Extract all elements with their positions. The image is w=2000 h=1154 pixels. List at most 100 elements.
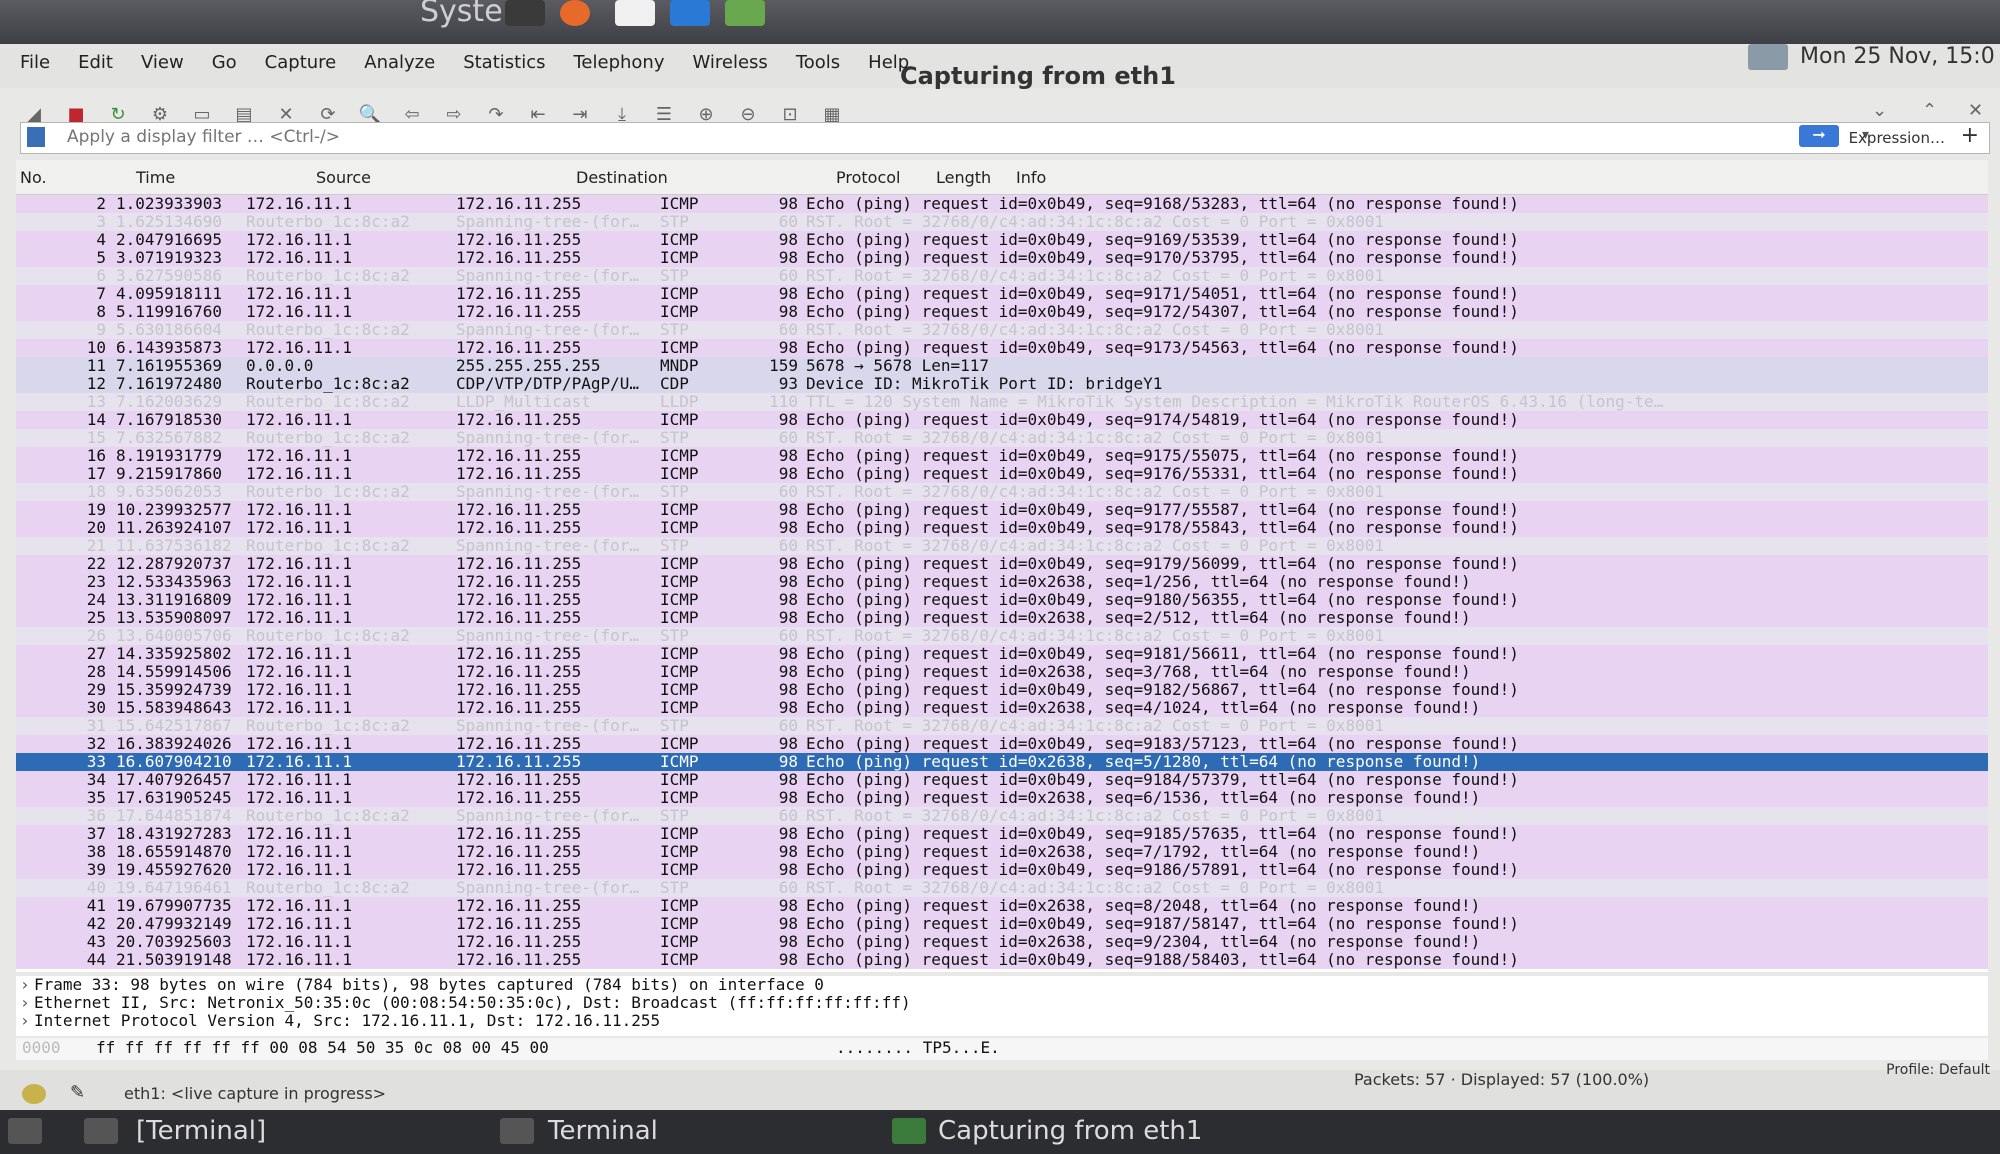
packet-row[interactable]: 32 16.383924026 172.16.11.1 172.16.11.255 IC… [16,735,1988,753]
packet-row[interactable]: 40 19.647196461 Routerbo_1c:8c:a2 Spanning-… [16,879,1988,897]
menu-analyze[interactable]: Analyze [364,52,435,73]
packet-row[interactable]: 12 7.161972480 Routerbo_1c:8c:a2 CDP/VTP/DT… [16,375,1988,393]
packet-row[interactable]: 9 5.630186604 Routerbo_1c:8c:a2 Spanning-tr… [16,321,1988,339]
col-protocol[interactable]: Protocol [836,168,900,187]
packet-row[interactable]: 16 8.191931779 172.16.11.1 172.16.11.255 ICM… [16,447,1988,465]
menu-edit[interactable]: Edit [78,52,113,73]
packet-row[interactable]: 21 11.637536182 Routerbo_1c:8c:a2 Spanning-… [16,537,1988,555]
packet-row[interactable]: 29 15.359924739 172.16.11.1 172.16.11.255 IC… [16,681,1988,699]
packet-list[interactable]: No. Time Source Destination Protocol Len… [16,160,1988,972]
packet-protocol: ICMP [660,572,699,591]
packet-row[interactable]: 36 17.644851874 Routerbo_1c:8c:a2 Spanning-… [16,807,1988,825]
packet-row[interactable]: 5 3.071919323 172.16.11.1 172.16.11.255 ICMP… [16,249,1988,267]
packet-row[interactable]: 18 9.635062053 Routerbo_1c:8c:a2 Spanning-t… [16,483,1988,501]
apply-filter-icon[interactable]: ➞ [1799,125,1839,147]
packet-no: 5 [96,248,106,267]
taskbar-item-wireshark[interactable]: Capturing from eth1 [938,1116,1202,1146]
packet-details-pane[interactable]: Frame 33: 98 bytes on wire (784 bits), 9… [16,976,1988,1036]
menu-telephony[interactable]: Telephony [573,52,664,73]
window-minimize-icon[interactable]: ⌄ [1872,100,1887,121]
packet-row[interactable]: 38 18.655914870 172.16.11.1 172.16.11.255 IC… [16,843,1988,861]
menu-view[interactable]: View [141,52,184,73]
packet-row[interactable]: 24 13.311916809 172.16.11.1 172.16.11.255 IC… [16,591,1988,609]
packet-row[interactable]: 11 7.161955369 0.0.0.0 255.255.255.255 MNDP 1… [16,357,1988,375]
menu-tools[interactable]: Tools [796,52,840,73]
packet-row[interactable]: 2 1.023933903 172.16.11.1 172.16.11.255 ICMP… [16,195,1988,213]
packet-row[interactable]: 27 14.335925802 172.16.11.1 172.16.11.255 IC… [16,645,1988,663]
packet-row[interactable]: 30 15.583948643 172.16.11.1 172.16.11.255 IC… [16,699,1988,717]
taskbar-item-terminal1[interactable]: [Terminal] [136,1116,266,1146]
col-info[interactable]: Info [1016,168,1046,187]
detail-frame[interactable]: Frame 33: 98 bytes on wire (784 bits), 9… [16,976,1988,995]
packet-row[interactable]: 13 7.162003629 Routerbo_1c:8c:a2 LLDP_Multi… [16,393,1988,411]
bytes-hex[interactable]: ff ff ff ff ff ff 00 08 54 50 35 0c 08 0… [96,1038,549,1057]
packet-destination: 172.16.11.255 [456,410,582,429]
detail-ethernet[interactable]: Ethernet II, Src: Netronix_50:35:0c (00:… [16,994,1988,1013]
packet-row[interactable]: 28 14.559914506 172.16.11.1 172.16.11.255 IC… [16,663,1988,681]
edit-comment-icon[interactable]: ✎ [70,1082,85,1103]
packet-row[interactable]: 15 7.632567882 Routerbo_1c:8c:a2 Spanning-t… [16,429,1988,447]
packet-row[interactable]: 20 11.263924107 172.16.11.1 172.16.11.255 IC… [16,519,1988,537]
menu-go[interactable]: Go [212,52,237,73]
packet-row[interactable]: 14 7.167918530 172.16.11.1 172.16.11.255 ICM… [16,411,1988,429]
network-status-icon[interactable] [1748,44,1788,70]
packet-row[interactable]: 25 13.535908097 172.16.11.1 172.16.11.255 IC… [16,609,1988,627]
taskbar-terminal2-icon[interactable] [500,1118,534,1144]
packet-time: 3.071919323 [116,248,222,267]
menu-file[interactable]: File [20,52,50,73]
firefox-launcher-icon[interactable] [560,0,590,26]
packet-destination: Spanning-tree-(for… [456,320,640,339]
wireshark-launcher-icon[interactable] [670,0,710,26]
packet-row[interactable]: 22 12.287920737 172.16.11.1 172.16.11.255 IC… [16,555,1988,573]
editor-launcher-icon[interactable] [615,0,655,26]
menu-statistics[interactable]: Statistics [463,52,545,73]
packet-row[interactable]: 34 17.407926457 172.16.11.1 172.16.11.255 IC… [16,771,1988,789]
packet-row[interactable]: 44 21.503919148 172.16.11.1 172.16.11.255 IC… [16,951,1988,969]
menu-capture[interactable]: Capture [265,52,337,73]
menu-wireless[interactable]: Wireless [692,52,767,73]
terminal-launcher-icon[interactable] [505,0,545,26]
packet-row[interactable]: 3 1.625134690 Routerbo_1c:8c:a2 Spanning-tr… [16,213,1988,231]
taskbar-terminal1-icon[interactable] [84,1118,118,1144]
packet-row[interactable]: 23 12.533435963 172.16.11.1 172.16.11.255 IC… [16,573,1988,591]
packet-row[interactable]: 4 2.047916695 172.16.11.1 172.16.11.255 ICMP… [16,231,1988,249]
packet-source: 172.16.11.1 [246,338,352,357]
bytes-ascii[interactable]: ........ TP5...E. [836,1038,1000,1057]
col-time[interactable]: Time [136,168,175,187]
filter-bookmark-icon[interactable] [27,127,45,147]
packet-no: 8 [96,302,106,321]
packet-row[interactable]: 10 6.143935873 172.16.11.1 172.16.11.255 ICM… [16,339,1988,357]
packet-row[interactable]: 31 15.642517867 Routerbo_1c:8c:a2 Spanning-… [16,717,1988,735]
packet-row[interactable]: 41 19.679907735 172.16.11.1 172.16.11.255 IC… [16,897,1988,915]
packet-row[interactable]: 17 9.215917860 172.16.11.1 172.16.11.255 ICM… [16,465,1988,483]
packet-row[interactable]: 35 17.631905245 172.16.11.1 172.16.11.255 IC… [16,789,1988,807]
add-filter-button[interactable]: + [1961,123,1979,148]
packet-row[interactable]: 8 5.119916760 172.16.11.1 172.16.11.255 ICMP… [16,303,1988,321]
col-destination[interactable]: Destination [576,168,668,187]
packet-row[interactable]: 39 19.455927620 172.16.11.1 172.16.11.255 IC… [16,861,1988,879]
expert-info-icon[interactable] [22,1084,46,1104]
packet-row[interactable]: 7 4.095918111 172.16.11.1 172.16.11.255 ICMP… [16,285,1988,303]
taskbar-wireshark-icon[interactable] [892,1118,926,1144]
packet-row[interactable]: 33 16.607904210 172.16.11.1 172.16.11.255 IC… [16,753,1988,771]
expression-button[interactable]: Expression… [1849,129,1945,147]
packet-row[interactable]: 43 20.703925603 172.16.11.1 172.16.11.255 IC… [16,933,1988,951]
taskbar-item-terminal2[interactable]: Terminal [548,1116,658,1146]
packet-row[interactable]: 19 10.239932577 172.16.11.1 172.16.11.255 IC… [16,501,1988,519]
packet-bytes-pane[interactable]: 0000 ff ff ff ff ff ff 00 08 54 50 35 0c… [16,1038,1988,1060]
packet-row[interactable]: 37 18.431927283 172.16.11.1 172.16.11.255 IC… [16,825,1988,843]
profile-label[interactable]: Profile: Default [1886,1062,1990,1078]
packet-row[interactable]: 6 3.627590586 Routerbo_1c:8c:a2 Spanning-tr… [16,267,1988,285]
window-titlebar: File Edit View Go Capture Analyze Statis… [0,44,2000,90]
display-filter-input[interactable] [21,123,1669,151]
col-source[interactable]: Source [316,168,371,187]
network-launcher-icon[interactable] [725,0,765,26]
packet-row[interactable]: 26 13.640005706 Routerbo_1c:8c:a2 Spanning-… [16,627,1988,645]
detail-ipv4[interactable]: Internet Protocol Version 4, Src: 172.16… [16,1012,1988,1031]
show-desktop-icon[interactable] [8,1118,42,1144]
window-close-icon[interactable]: ✕ [1968,100,1983,121]
packet-row[interactable]: 42 20.479932149 172.16.11.1 172.16.11.255 IC… [16,915,1988,933]
window-maximize-icon[interactable]: ⌃ [1922,100,1937,121]
col-length[interactable]: Length [936,168,991,187]
col-no[interactable]: No. [20,168,47,187]
